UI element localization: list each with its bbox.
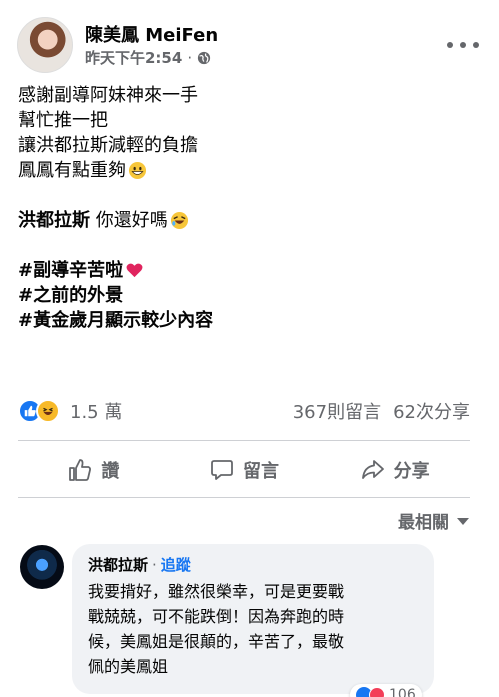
comment-button[interactable]: 留言 <box>169 446 320 494</box>
comment-count[interactable]: 367則留言 <box>293 398 381 424</box>
author-name[interactable]: 陳美鳳 MeiFen <box>85 21 218 47</box>
post-line: #副導辛苦啦 <box>18 258 478 283</box>
post-meta: 昨天下午2:54 · <box>85 47 211 68</box>
author-avatar[interactable] <box>17 17 73 73</box>
comment-text: 我要揹好，雖然很榮幸，可是更要戰 戰兢兢，可不能跌倒！因為奔跑的時 候，美鳳姐是… <box>88 579 418 679</box>
post-stats: 367則留言 62次分享 <box>293 398 470 424</box>
post-timestamp[interactable]: 昨天下午2:54 <box>85 47 182 68</box>
post-body: 感謝副導阿妹神來一手 幫忙推一把 讓洪都拉斯減輕的負擔 鳳鳳有點重夠 洪都拉斯 … <box>18 83 478 333</box>
post-line: 洪都拉斯 你還好嗎 <box>18 208 478 233</box>
rofl-emoji-icon <box>170 211 188 230</box>
reactions-summary: 1.5 萬 367則留言 62次分享 <box>18 396 470 426</box>
post-line: #黃金歲月顯示較少內容 <box>18 308 478 333</box>
grinning-face-emoji-icon <box>128 161 147 180</box>
comment-line: 候，美鳳姐是很顛的，辛苦了，最敬 <box>88 632 345 651</box>
comment-header: 洪都拉斯 · 追蹤 <box>88 554 418 575</box>
divider <box>18 497 470 498</box>
meta-separator: · <box>187 48 193 67</box>
dot-icon <box>460 42 466 48</box>
globe-icon[interactable] <box>197 51 211 65</box>
hashtag-link[interactable]: #之前的外景 <box>18 283 123 308</box>
comment-separator: · <box>152 555 157 574</box>
dot-icon <box>447 42 453 48</box>
thumbs-up-icon <box>69 459 92 481</box>
red-heart-icon <box>126 263 143 278</box>
love-reaction-icon <box>369 687 385 697</box>
post-header: 陳美鳳 MeiFen 昨天下午2:54 · <box>17 17 487 73</box>
post-line: 鳳鳳有點重夠 <box>18 158 478 183</box>
divider <box>18 440 470 441</box>
dot-icon <box>473 42 479 48</box>
comment-line: 戰兢兢，可不能跌倒！因為奔跑的時 <box>88 607 345 626</box>
comment-sort-dropdown[interactable]: 最相關 <box>398 508 469 533</box>
post-line: 感謝副導阿妹神來一手 <box>18 85 198 106</box>
like-button[interactable]: 讚 <box>18 446 169 494</box>
comment-line: 我要揹好，雖然很榮幸，可是更要戰 <box>88 582 345 601</box>
post-line: 幫忙推一把 <box>18 110 108 131</box>
reaction-icons[interactable] <box>18 399 60 423</box>
comment-bubble: 洪都拉斯 · 追蹤 我要揹好，雖然很榮幸，可是更要戰 戰兢兢，可不能跌倒！因為奔… <box>72 544 434 694</box>
share-count[interactable]: 62次分享 <box>393 398 470 424</box>
caret-down-icon <box>457 518 469 525</box>
hashtag-link[interactable]: #副導辛苦啦 <box>18 258 123 283</box>
post-line: #之前的外景 <box>18 283 478 308</box>
sort-label: 最相關 <box>398 513 449 533</box>
action-bar: 讚 留言 分享 <box>18 446 470 494</box>
share-arrow-icon <box>361 460 384 479</box>
reaction-count[interactable]: 1.5 萬 <box>70 398 122 424</box>
share-button[interactable]: 分享 <box>319 446 470 494</box>
mention-link[interactable]: 洪都拉斯 <box>18 208 90 233</box>
comment-line: 佩的美鳳姐 <box>88 657 169 676</box>
commenter-name[interactable]: 洪都拉斯 <box>88 554 148 575</box>
commenter-avatar[interactable] <box>20 545 64 589</box>
hashtag-link[interactable]: #黃金歲月顯示較少內容 <box>18 308 213 333</box>
more-options-button[interactable] <box>447 33 479 57</box>
follow-button[interactable]: 追蹤 <box>161 554 191 575</box>
comment-reaction-count: 106 <box>389 687 416 697</box>
comment-bubble-icon <box>211 460 233 480</box>
haha-reaction-icon <box>36 399 60 423</box>
comment-reactions[interactable]: 106 <box>350 684 422 697</box>
post-line: 讓洪都拉斯減輕的負擔 <box>18 135 198 156</box>
